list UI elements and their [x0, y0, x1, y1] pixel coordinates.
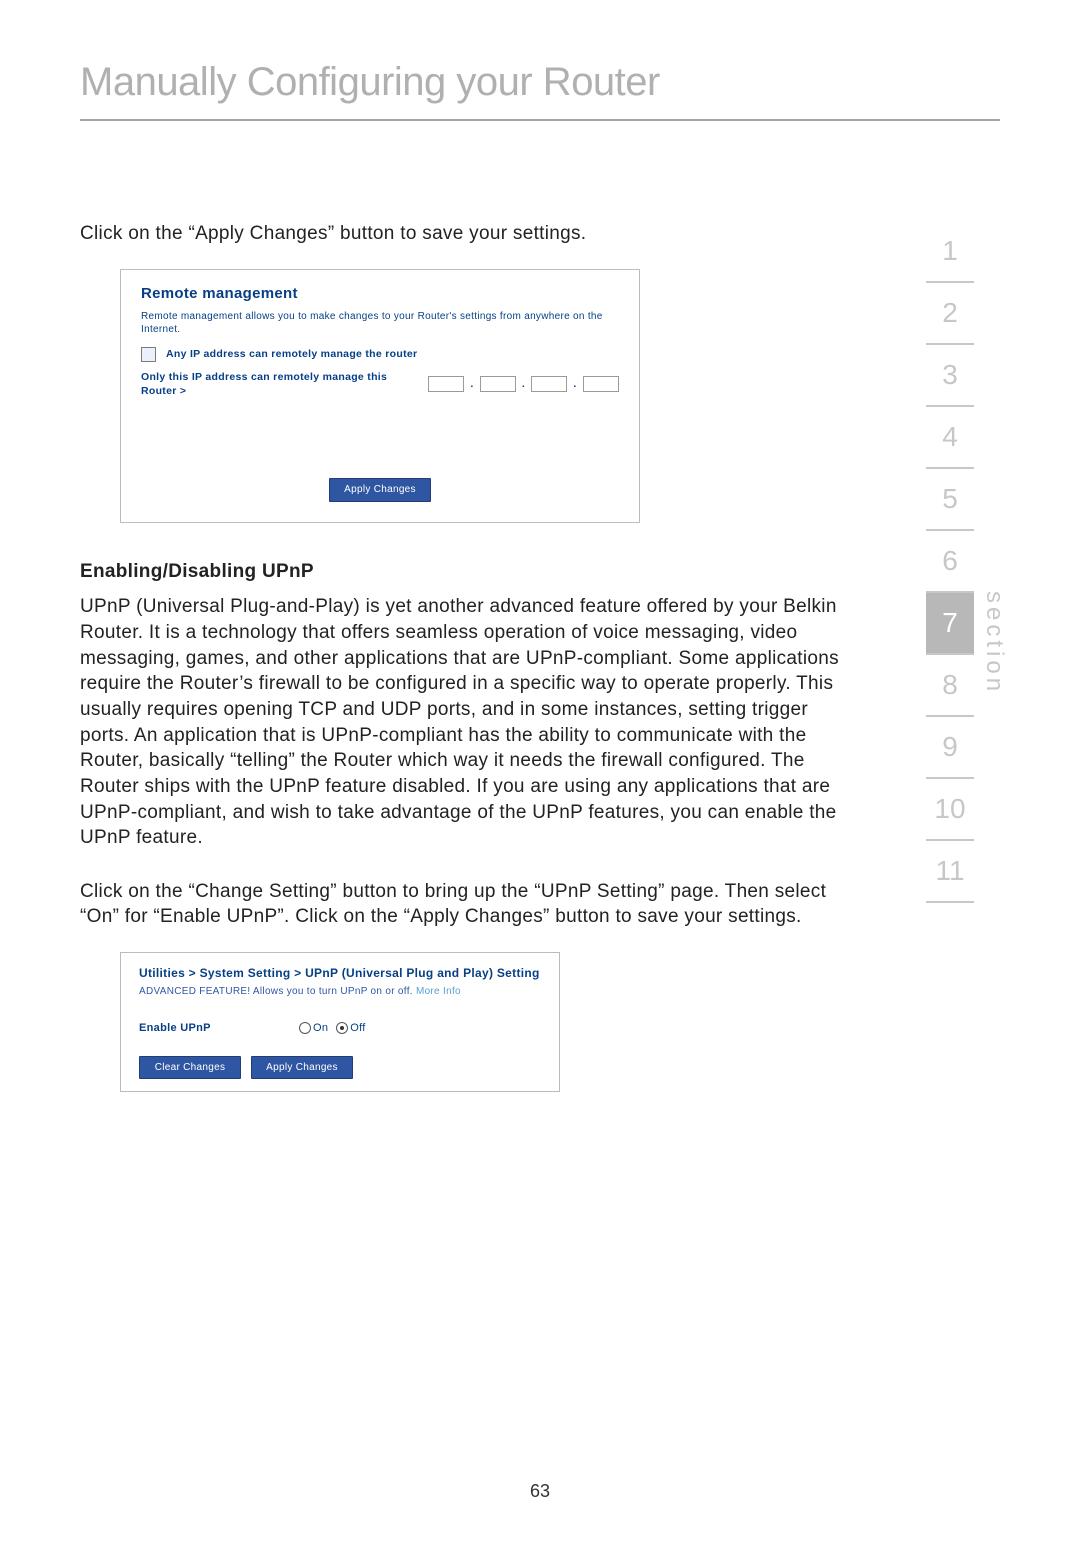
- ip-octet-2-input[interactable]: [480, 376, 516, 392]
- section-nav-item-7[interactable]: 7: [926, 593, 974, 655]
- upnp-setting-panel: Utilities > System Setting > UPnP (Unive…: [120, 952, 560, 1092]
- section-nav-item-4[interactable]: 4: [926, 407, 974, 469]
- intro-paragraph: Click on the “Apply Changes” button to s…: [80, 221, 860, 247]
- upnp-off-radio[interactable]: [336, 1022, 348, 1034]
- upnp-on-radio[interactable]: [299, 1022, 311, 1034]
- more-info-link[interactable]: More Info: [416, 986, 461, 997]
- remote-desc: Remote management allows you to make cha…: [141, 310, 619, 337]
- ip-octet-3-input[interactable]: [531, 376, 567, 392]
- section-nav-item-9[interactable]: 9: [926, 717, 974, 779]
- section-label: section: [980, 591, 1008, 695]
- clear-changes-button[interactable]: Clear Changes: [139, 1056, 241, 1080]
- upnp-off-label: Off: [350, 1021, 365, 1036]
- only-ip-label: Only this IP address can remotely manage…: [141, 370, 422, 398]
- enable-upnp-label: Enable UPnP: [139, 1021, 299, 1036]
- content-column: Click on the “Apply Changes” button to s…: [80, 221, 860, 1122]
- ip-octet-1-input[interactable]: [428, 376, 464, 392]
- section-nav-item-10[interactable]: 10: [926, 779, 974, 841]
- section-nav: 1234567891011: [900, 221, 1000, 903]
- upnp-body: UPnP (Universal Plug-and-Play) is yet an…: [80, 594, 860, 850]
- page-number: 63: [530, 1481, 550, 1502]
- section-sidebar: section 1234567891011: [900, 221, 1000, 1122]
- section-nav-item-8[interactable]: 8: [926, 655, 974, 717]
- upnp-panel-desc: ADVANCED FEATURE! Allows you to turn UPn…: [139, 985, 541, 999]
- section-nav-item-6[interactable]: 6: [926, 531, 974, 593]
- any-ip-checkbox[interactable]: [141, 347, 156, 362]
- apply-changes-button-2[interactable]: Apply Changes: [251, 1056, 353, 1080]
- section-nav-item-3[interactable]: 3: [926, 345, 974, 407]
- ip-octet-4-input[interactable]: [583, 376, 619, 392]
- upnp-breadcrumb: Utilities > System Setting > UPnP (Unive…: [139, 965, 541, 981]
- page-title: Manually Configuring your Router: [80, 60, 1000, 121]
- upnp-on-label: On: [313, 1021, 328, 1036]
- any-ip-label: Any IP address can remotely manage the r…: [166, 347, 417, 361]
- upnp-subheading: Enabling/Disabling UPnP: [80, 559, 860, 585]
- section-nav-item-2[interactable]: 2: [926, 283, 974, 345]
- upnp-body-2: Click on the “Change Setting” button to …: [80, 879, 860, 930]
- section-nav-item-1[interactable]: 1: [926, 221, 974, 283]
- section-nav-item-5[interactable]: 5: [926, 469, 974, 531]
- section-nav-item-11[interactable]: 11: [926, 841, 974, 903]
- apply-changes-button[interactable]: Apply Changes: [329, 478, 431, 502]
- remote-management-panel: Remote management Remote management allo…: [120, 269, 640, 523]
- remote-heading: Remote management: [141, 284, 619, 304]
